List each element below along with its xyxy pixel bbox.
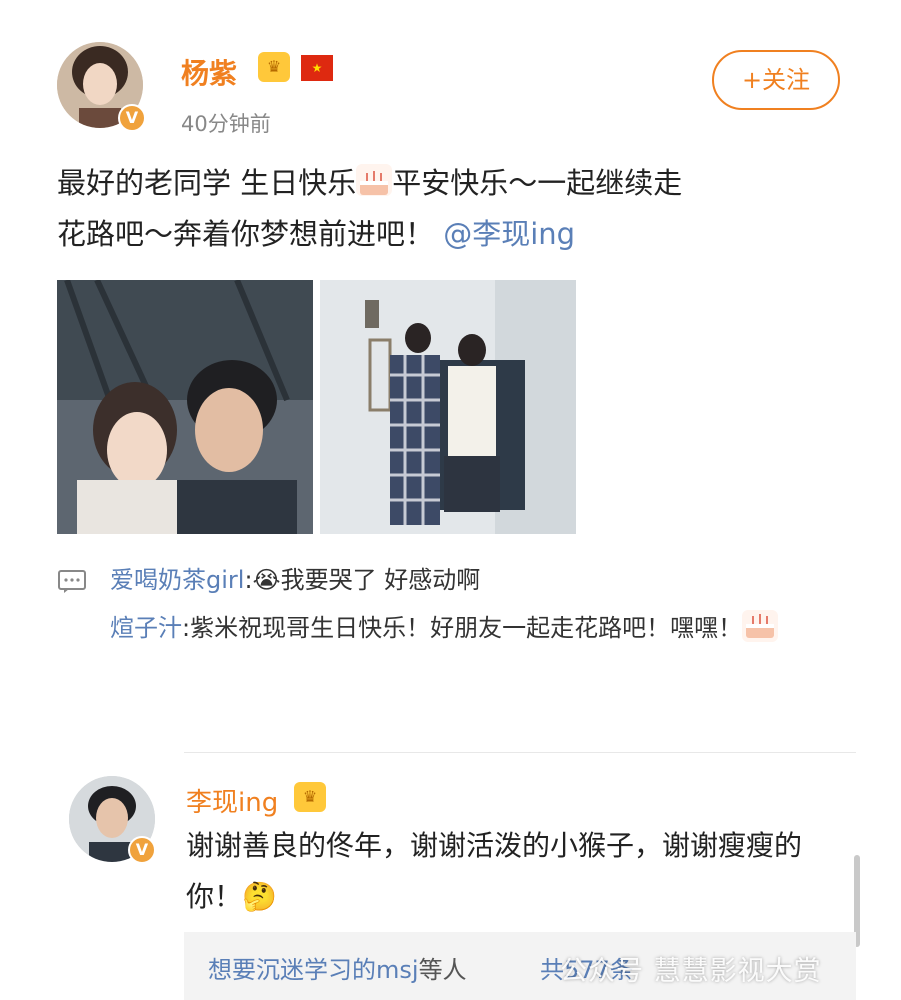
china-flag-icon: ★: [301, 55, 333, 81]
watermark: 公众号 慧慧影视大赏: [560, 956, 822, 987]
birthday-cake-emoji: [356, 164, 393, 196]
post-text-line1b: 平安快乐～一起继续走: [392, 166, 683, 200]
mention-link[interactable]: @李现ing: [443, 217, 575, 251]
birthday-cake-emoji: [742, 610, 779, 642]
reply-author-name[interactable]: 李现ing: [186, 782, 278, 819]
comment-username[interactable]: 爱喝奶茶girl: [110, 566, 244, 594]
verified-badge-icon: V: [128, 836, 156, 864]
comment-icon[interactable]: [58, 570, 86, 594]
post-header: V 杨紫 ♛ ★ 40分钟前 +关注: [0, 0, 901, 150]
comment-text: 我要哭了 好感动啊: [280, 566, 481, 594]
reply-text: 谢谢善良的佟年，谢谢活泼的小猴子，谢谢瘦瘦的你！🤔: [186, 820, 846, 922]
selfie-photo: [57, 280, 313, 534]
post-time: 40分钟前: [181, 112, 271, 136]
comment-item: 爱喝奶茶girl:😭我要哭了 好感动啊: [110, 566, 481, 594]
comment-username[interactable]: 煊子汁: [110, 614, 182, 642]
likes-suffix: 等人: [418, 956, 467, 984]
post-text-line2: 花路吧～奔着你梦想前进吧！: [57, 217, 435, 251]
comment-text: 紫米祝现哥生日快乐！好朋友一起走花路吧！嘿嘿！: [190, 614, 743, 642]
vip-crown-icon: ♛: [258, 52, 290, 82]
thinking-emoji: 🤔: [242, 880, 277, 913]
author-name[interactable]: 杨紫: [181, 52, 237, 92]
likes-user: 想要沉迷学习的msj: [208, 956, 419, 984]
verified-badge-icon: V: [118, 104, 146, 132]
likes-text[interactable]: 想要沉迷学习的msj等人: [208, 950, 467, 985]
post-text: 最好的老同学 生日快乐 平安快乐～一起继续走 花路吧～奔着你梦想前进吧！ @李现i…: [57, 158, 857, 260]
post-photo-2[interactable]: [320, 280, 576, 534]
post-text-line1: 最好的老同学 生日快乐: [57, 166, 357, 200]
vip-crown-icon: ♛: [294, 782, 326, 812]
follow-button[interactable]: +关注: [712, 50, 840, 110]
comment-item: 煊子汁:紫米祝现哥生日快乐！好朋友一起走花路吧！嘿嘿！: [110, 605, 850, 651]
reply-divider: [184, 752, 856, 753]
post-photo-1[interactable]: [57, 280, 313, 534]
reply-text-content: 谢谢善良的佟年，谢谢活泼的小猴子，谢谢瘦瘦的你！: [186, 829, 803, 913]
hallway-photo: [320, 280, 576, 534]
crying-emoji: 😭: [252, 566, 281, 594]
